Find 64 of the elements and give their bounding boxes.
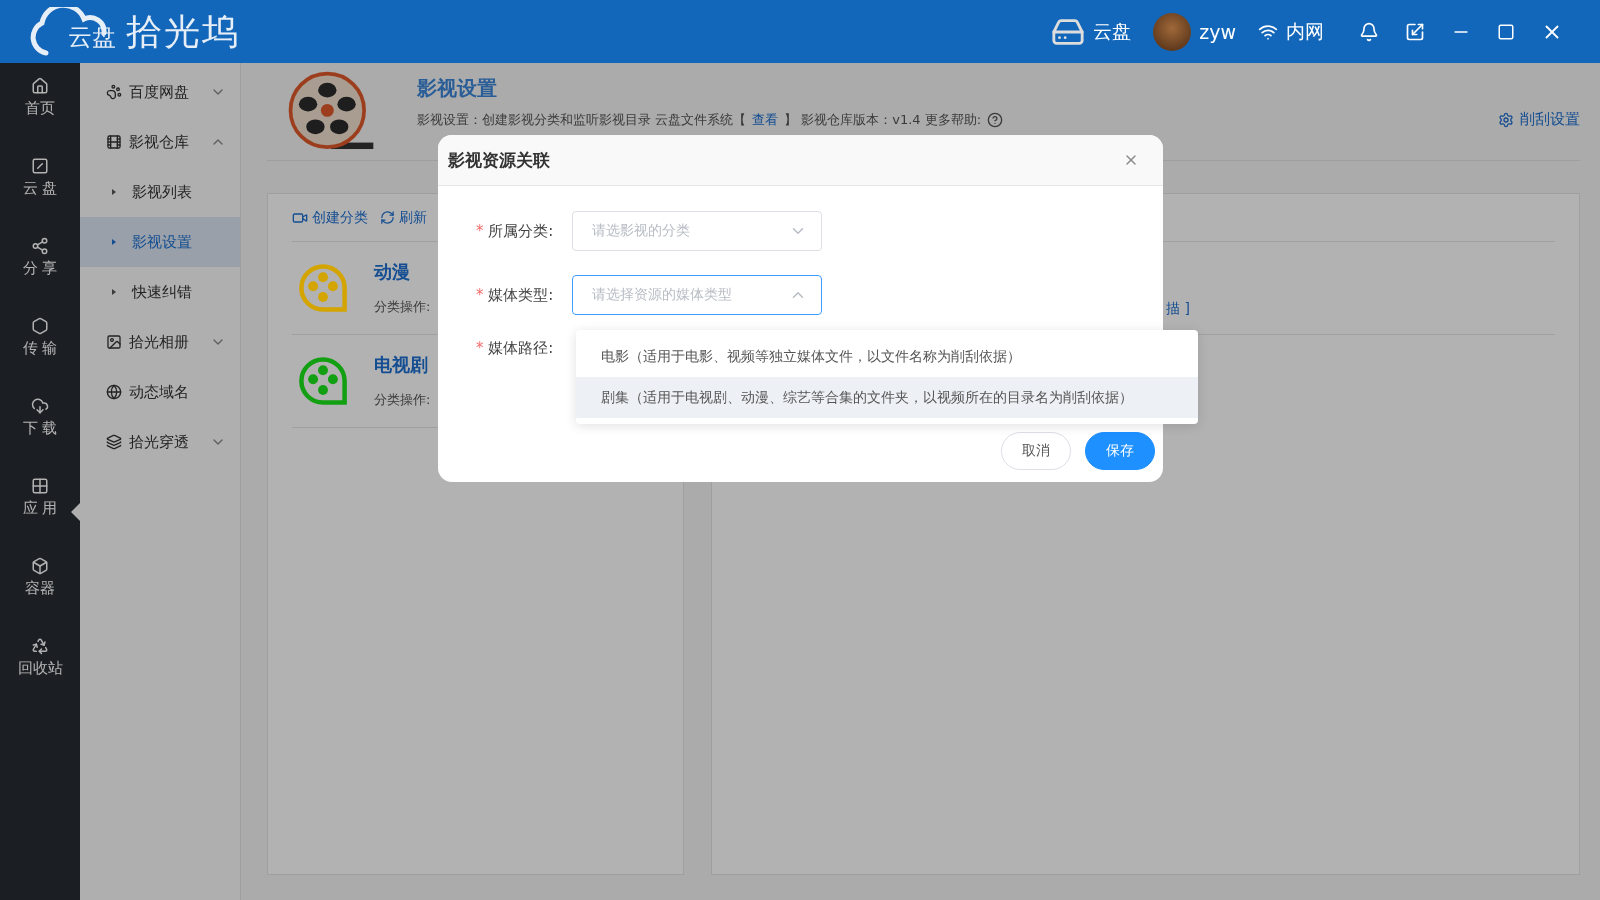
submenu-item[interactable]: 影视仓库	[80, 117, 240, 167]
bell-icon[interactable]	[1359, 21, 1379, 42]
submenu-item[interactable]: 影视列表	[80, 167, 240, 217]
submenu-icon	[106, 134, 122, 150]
submenu-item[interactable]: 动态域名	[80, 367, 240, 417]
field-label: * 所属分类:	[476, 221, 555, 241]
nav-item[interactable]: 云 盘	[0, 157, 80, 237]
refresh-icon	[380, 210, 395, 226]
nav-item[interactable]: 下 载	[0, 397, 80, 477]
drive-label: 云盘	[1093, 18, 1132, 44]
dialog-title: 影视资源关联	[448, 148, 550, 172]
category-caption: 分类操作:	[374, 298, 431, 317]
page-title: 影视设置	[417, 75, 498, 102]
nav-item[interactable]: 容器	[0, 557, 80, 637]
nav-icon	[31, 397, 49, 415]
scan-link[interactable]: 描 ]	[1166, 300, 1190, 319]
submenu-icon	[106, 334, 122, 350]
network-label: 内网	[1286, 18, 1324, 44]
gear-icon	[1498, 111, 1514, 128]
submenu-icon	[106, 384, 122, 400]
nav-icon	[31, 237, 49, 255]
scrape-settings-link[interactable]: 削刮设置	[1498, 110, 1580, 129]
field-label: * 媒体路径:	[476, 339, 555, 358]
nav-item[interactable]: 回收站	[0, 637, 80, 717]
submenu-item[interactable]: 快速纠错	[80, 267, 240, 317]
nav-icon	[31, 317, 49, 335]
nav-label: 云 盘	[22, 179, 58, 198]
submenu-icon	[106, 434, 122, 450]
nav-icon	[31, 557, 49, 575]
view-link[interactable]: 查看	[752, 111, 779, 127]
nav-label: 应 用	[22, 499, 58, 518]
cancel-button[interactable]: 取消	[1001, 432, 1071, 470]
submenu-item[interactable]: 百度网盘	[80, 67, 240, 117]
app-logo-text: 拾光坞	[126, 9, 240, 54]
nav-label: 首页	[25, 99, 55, 118]
submenu-item[interactable]: 拾光相册	[80, 317, 240, 367]
submenu-icon	[106, 84, 122, 100]
nav-icon	[31, 157, 49, 175]
nav-item[interactable]: 分 享	[0, 237, 80, 317]
nav-item[interactable]: 传 输	[0, 317, 80, 397]
nav-icon	[31, 637, 49, 655]
category-caption: 分类操作:	[374, 391, 431, 410]
nav-label: 传 输	[22, 339, 58, 358]
category-name[interactable]: 电视剧	[374, 353, 431, 378]
category-name[interactable]: 动漫	[374, 260, 431, 285]
help-icon[interactable]	[987, 111, 1004, 128]
dropdown-option[interactable]: 剧集（适用于电视剧、动漫、综艺等合集的文件夹，以视频所在的目录名为削刮依据）	[576, 377, 1198, 418]
page-description: 影视设置：创建影视分类和监听影视目录 云盘文件系统【 查看 】 影视仓库版本：v1.4 更多帮助:	[417, 110, 982, 129]
dropdown-option[interactable]: 电影（适用于电影、视频等独立媒体文件，以文件名称为削刮依据）	[576, 336, 1198, 377]
field-label: * 媒体类型:	[476, 285, 555, 305]
nav-label: 分 享	[22, 259, 58, 278]
submenu-item[interactable]: 拾光穿透	[80, 417, 240, 467]
nav-icon	[31, 477, 49, 495]
nav-label: 回收站	[17, 659, 63, 678]
user-name: zyw	[1199, 20, 1236, 43]
nav-item[interactable]: 应 用	[0, 477, 80, 557]
screen-icon[interactable]	[1405, 21, 1425, 42]
nav-icon	[31, 77, 49, 95]
maximize-icon[interactable]	[1497, 22, 1515, 41]
nav-item[interactable]: 首页	[0, 77, 80, 157]
create-category-button[interactable]: 创建分类	[292, 208, 368, 227]
refresh-button[interactable]: 刷新	[380, 208, 427, 227]
nav-label: 容器	[25, 579, 55, 598]
nav-label: 下 载	[22, 419, 58, 438]
